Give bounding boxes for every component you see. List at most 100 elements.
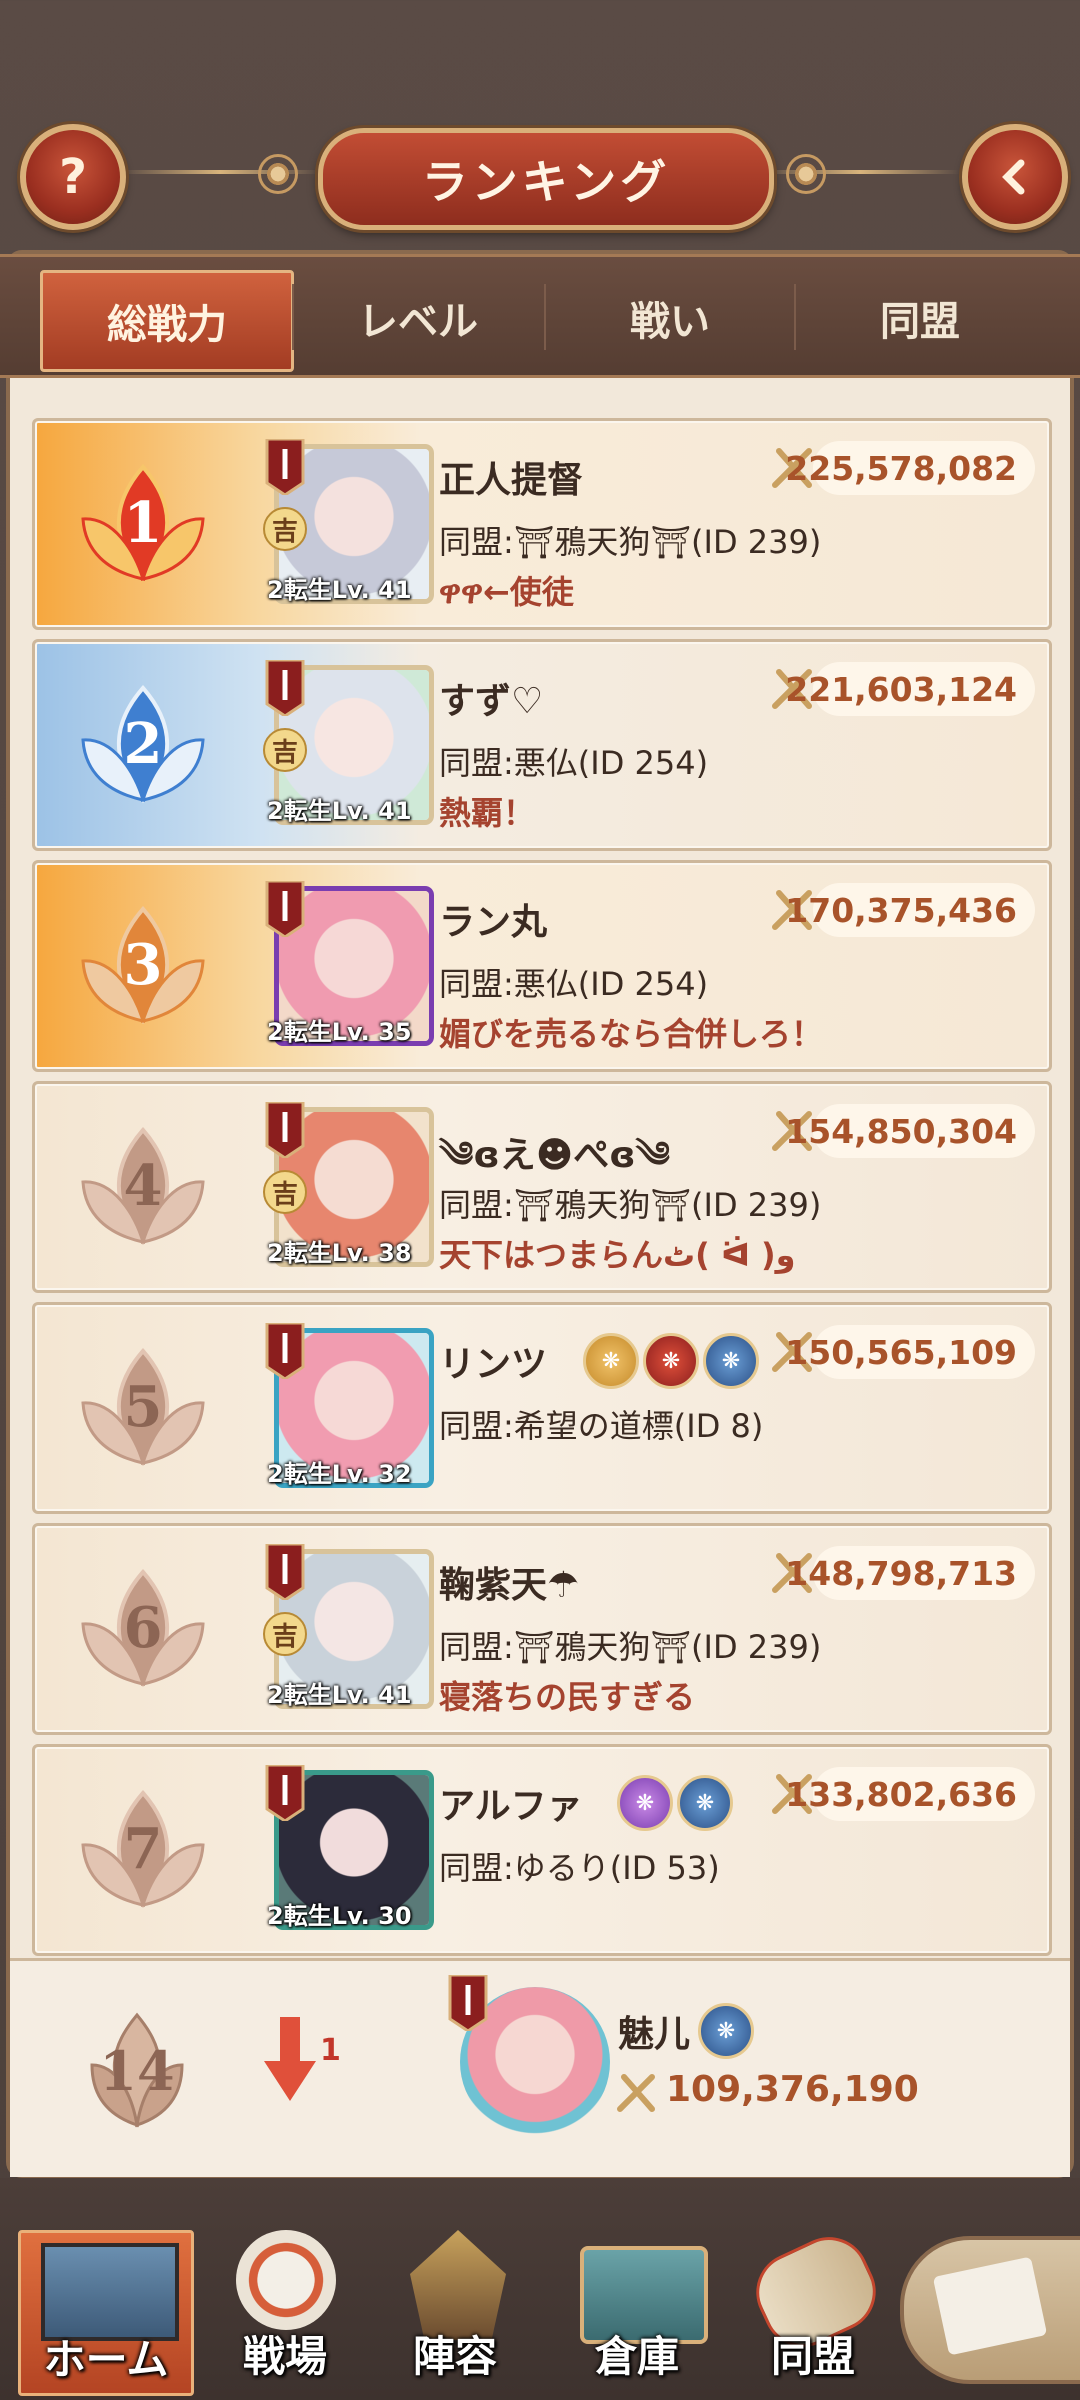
class-badge-icon: ❋ — [703, 1333, 759, 1389]
player-motto: 寝落ちの民すぎる — [439, 1678, 696, 1716]
player-avatar[interactable]: 吉 2転生Lv. 41 — [263, 660, 435, 832]
nav-storage[interactable]: 倉庫 — [552, 2230, 722, 2390]
rank-number: 6 — [123, 1595, 163, 1661]
player-avatar[interactable]: 吉 2転生Lv. 38 — [263, 1102, 435, 1274]
tab-total-power[interactable]: 総戦力 — [40, 270, 294, 372]
combat-power: 154,850,304 — [785, 1104, 1035, 1158]
player-avatar[interactable]: 2転生Lv. 30 — [263, 1765, 435, 1937]
alliance-info: 同盟:⛩鴉天狗⛩(ID 239) — [439, 1628, 822, 1666]
alliance-info: 同盟:⛩鴉天狗⛩(ID 239) — [439, 1186, 822, 1224]
player-motto: ዋዋ←使徒 — [439, 573, 574, 611]
rank-number: 5 — [123, 1374, 163, 1440]
rank-flag-icon — [265, 881, 305, 937]
player-level: 2転生Lv. 35 — [267, 1018, 412, 1046]
chevron-left-icon — [1002, 159, 1025, 195]
class-badge-icon: ❋ — [583, 1333, 639, 1389]
back-button[interactable] — [962, 124, 1068, 230]
alliance-info: 同盟:悪仏(ID 254) — [439, 965, 709, 1003]
flower-ornament-icon — [786, 154, 826, 194]
nav-battlefield-label: 戦場 — [242, 2332, 327, 2381]
player-level: 2転生Lv. 41 — [267, 1681, 412, 1709]
rank-flag-icon — [265, 1765, 305, 1821]
rank-down-icon — [262, 2017, 318, 2101]
page-title: ランキング — [318, 128, 774, 230]
ranking-row[interactable]: 7 2転生Lv. 30 アルファ ❋ ❋ 133,802,636 同盟:ゆるり(ID 53) — [32, 1744, 1052, 1956]
nav-home[interactable]: ホーム — [18, 2230, 194, 2396]
rank-badge: 2 — [63, 664, 223, 824]
alliance-info: 同盟:希望の道標(ID 8) — [439, 1407, 764, 1445]
rank-change-value: 1 — [320, 2033, 341, 2068]
rank-badge: 4 — [63, 1106, 223, 1266]
flower-ornament-icon — [258, 154, 298, 194]
alliance-info: 同盟:悪仏(ID 254) — [439, 744, 709, 782]
class-badge-icon: ❋ — [677, 1775, 733, 1831]
nav-formation-label: 陣容 — [412, 2332, 497, 2381]
player-avatar[interactable]: 吉 2転生Lv. 41 — [263, 439, 435, 611]
class-badge-icon: ❋ — [617, 1775, 673, 1831]
rank-number: 1 — [123, 490, 163, 556]
combat-power: 225,578,082 — [785, 441, 1035, 495]
rank-flag-icon — [265, 1323, 305, 1379]
nav-storage-label: 倉庫 — [594, 2332, 679, 2381]
player-avatar[interactable]: 2転生Lv. 32 — [263, 1323, 435, 1495]
rank-number: 2 — [123, 711, 163, 777]
ranking-row[interactable]: 3 2転生Lv. 35 ラン丸 170,375,436 同盟:悪仏(ID 254) 媚びを… — [32, 860, 1052, 1072]
ranking-row[interactable]: 2 吉 2転生Lv. 41 すず♡ 221,603,124 同盟:悪仏(ID 254) 熱覇… — [32, 639, 1052, 851]
my-rank-badge: 14 — [72, 2005, 202, 2135]
combat-power: 148,798,713 — [785, 1546, 1035, 1600]
nav-alliance-label: 同盟 — [770, 2332, 855, 2381]
rank-badge: 6 — [63, 1548, 223, 1708]
ranking-row[interactable]: 5 2転生Lv. 32 リンツ ❋ ❋ ❋ 150,565,109 同盟:希望の道標(ID 8… — [32, 1302, 1052, 1514]
my-avatar[interactable] — [446, 1975, 618, 2147]
player-name: リンツ — [439, 1344, 548, 1385]
nav-battlefield[interactable]: 戦場 — [200, 2230, 370, 2390]
ranking-row[interactable]: 4 吉 2転生Lv. 38 ༄ɞえ☻ぺɞ༄ 154,850,304 同盟:⛩鴉天狗⛩(ID… — [32, 1081, 1052, 1293]
rank-badge: 3 — [63, 885, 223, 1045]
rank-number: 4 — [123, 1153, 163, 1219]
help-button[interactable]: ? — [20, 124, 126, 230]
rank-badge: 5 — [63, 1327, 223, 1487]
combat-power: 221,603,124 — [785, 662, 1035, 716]
player-name: 正人提督 — [439, 460, 584, 501]
tab-battle[interactable]: 戦い — [546, 270, 794, 366]
player-name: すず♡ — [439, 681, 544, 722]
rank-flag-icon — [448, 1975, 488, 2031]
rank-flag-icon — [265, 660, 305, 716]
player-motto: 媚びを売るなら合併しろ！ — [439, 1015, 824, 1053]
combat-power: 150,565,109 — [785, 1325, 1035, 1379]
header: ? ランキング — [0, 0, 1080, 260]
letter-icon — [932, 2256, 1048, 2356]
player-motto: 熱覇！ — [439, 794, 536, 832]
rank-number: 7 — [123, 1816, 163, 1882]
nav-formation[interactable]: 陣容 — [370, 2230, 540, 2390]
luck-badge-icon: 吉 — [263, 1612, 307, 1656]
tab-level[interactable]: レベル — [294, 270, 542, 366]
rank-flag-icon — [265, 1102, 305, 1158]
player-level: 2転生Lv. 38 — [267, 1239, 412, 1267]
extra-menu-button[interactable] — [900, 2236, 1080, 2384]
my-power: 109,376,190 — [666, 2069, 919, 2110]
my-rank-number: 14 — [99, 2039, 175, 2103]
alliance-info: 同盟:⛩鴉天狗⛩(ID 239) — [439, 523, 822, 561]
my-ranking-bar[interactable]: 14 1 魅儿 ❋ 109,376,190 — [10, 1958, 1070, 2177]
rank-flag-icon — [265, 439, 305, 495]
player-avatar[interactable]: 2転生Lv. 35 — [263, 881, 435, 1053]
ranking-row[interactable]: 1 吉 2転生Lv. 41 正人提督 225,578,082 同盟:⛩鴉天狗⛩(ID 23… — [32, 418, 1052, 630]
player-name: 鞠紫天☂ — [439, 1565, 580, 1606]
class-badge-icon: ❋ — [643, 1333, 699, 1389]
player-name: ラン丸 — [439, 902, 548, 943]
player-motto: 天下はつまらんٹ( ᐛ )و — [439, 1236, 796, 1274]
player-level: 2転生Lv. 32 — [267, 1460, 412, 1488]
combat-power: 133,802,636 — [785, 1767, 1035, 1821]
player-level: 2転生Lv. 41 — [267, 797, 412, 825]
player-avatar[interactable]: 吉 2転生Lv. 41 — [263, 1544, 435, 1716]
tab-alliance[interactable]: 同盟 — [796, 270, 1044, 366]
ranking-row[interactable]: 6 吉 2転生Lv. 41 鞠紫天☂ 148,798,713 同盟:⛩鴉天狗⛩(ID 23… — [32, 1523, 1052, 1735]
nav-home-label: ホーム — [43, 2335, 169, 2384]
rank-badge: 1 — [63, 443, 223, 603]
rank-number: 3 — [123, 932, 163, 998]
sword-icon — [617, 2074, 655, 2112]
alliance-info: 同盟:ゆるり(ID 53) — [439, 1849, 720, 1887]
player-level: 2転生Lv. 30 — [267, 1902, 412, 1930]
nav-alliance[interactable]: 同盟 — [728, 2223, 898, 2390]
